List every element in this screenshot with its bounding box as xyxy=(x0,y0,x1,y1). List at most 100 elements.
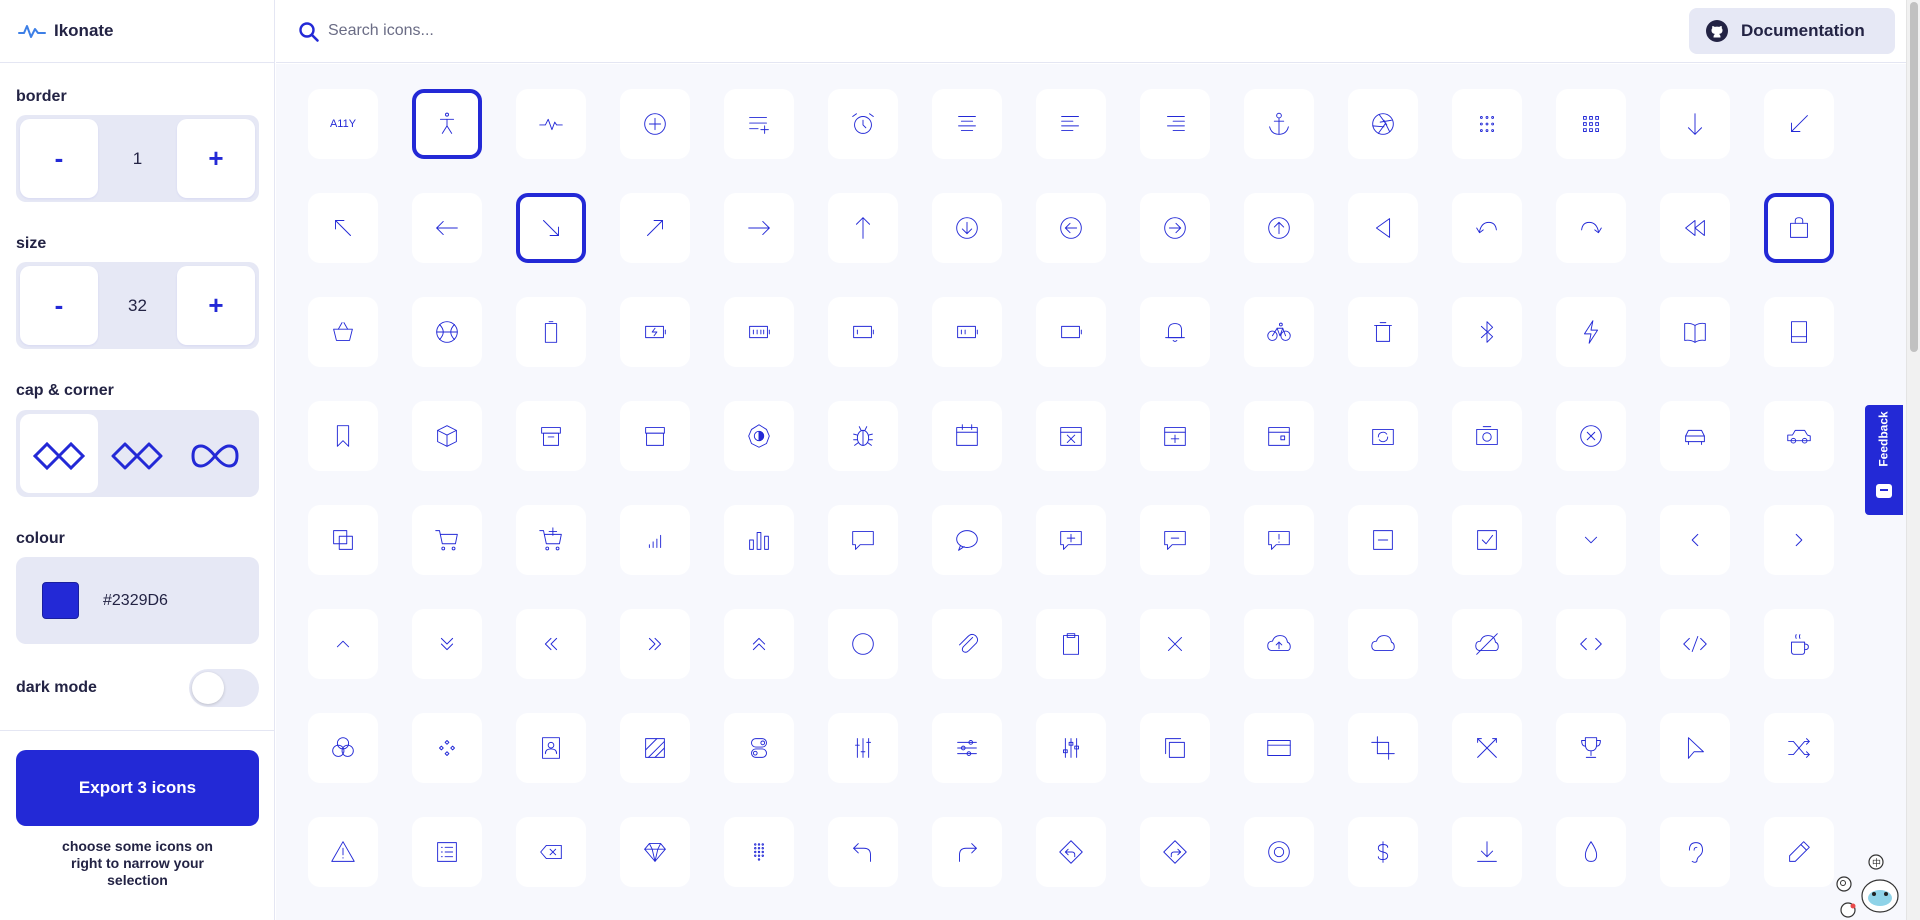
icon-tile-camera-rotate[interactable] xyxy=(1348,401,1418,471)
export-button[interactable]: Export 3 icons xyxy=(16,750,259,826)
documentation-button[interactable]: Documentation xyxy=(1689,8,1895,54)
icon-tile-checkbox[interactable] xyxy=(1452,505,1522,575)
icon-tile-activity[interactable] xyxy=(516,89,586,159)
icon-tile-bell[interactable] xyxy=(1140,297,1210,367)
icon-tile-cloud[interactable] xyxy=(1348,609,1418,679)
icon-tile-layers[interactable] xyxy=(308,505,378,575)
icon-tile-diamond[interactable] xyxy=(620,817,690,887)
icon-tile-bin[interactable] xyxy=(1348,297,1418,367)
search-input[interactable] xyxy=(328,16,1028,46)
icon-tile-bag[interactable] xyxy=(1764,193,1834,263)
icon-tile-credit-card[interactable] xyxy=(1244,713,1314,783)
icon-tile-ear[interactable] xyxy=(1660,817,1730,887)
icon-tile-arrow-down-right[interactable] xyxy=(516,193,586,263)
icon-tile-forward[interactable] xyxy=(1556,193,1626,263)
icon-tile-chat-add[interactable] xyxy=(1036,505,1106,575)
icon-tile-edit[interactable] xyxy=(1764,817,1834,887)
icon-tile-add-to-list[interactable] xyxy=(724,89,794,159)
icon-tile-arrow-down-left[interactable] xyxy=(1764,89,1834,159)
icon-tile-arrow-down[interactable] xyxy=(1660,89,1730,159)
colour-picker[interactable]: #2329D6 xyxy=(16,557,259,644)
icon-tile-clip[interactable] xyxy=(932,609,1002,679)
size-increase-button[interactable]: + xyxy=(176,266,255,345)
icon-tile-bicycle[interactable] xyxy=(1244,297,1314,367)
cap-square-option[interactable] xyxy=(20,414,98,493)
icon-tile-align-right[interactable] xyxy=(1140,89,1210,159)
icon-tile-a11y[interactable]: A11Y xyxy=(308,89,378,159)
icon-tile-arrow-down-circle[interactable] xyxy=(932,193,1002,263)
icon-tile-back[interactable] xyxy=(1348,193,1418,263)
icon-tile-code[interactable] xyxy=(1556,609,1626,679)
icon-tile-danger[interactable] xyxy=(308,817,378,887)
icon-tile-cart-add[interactable] xyxy=(516,505,586,575)
icon-tile-cloud-upload[interactable] xyxy=(1244,609,1314,679)
icon-tile-circle[interactable] xyxy=(828,609,898,679)
icon-tile-apps[interactable] xyxy=(1452,89,1522,159)
feedback-tab[interactable]: Feedback xyxy=(1865,405,1903,515)
icon-tile-arrow-right-circle[interactable] xyxy=(1140,193,1210,263)
icon-tile-chevron-down[interactable] xyxy=(1556,505,1626,575)
icon-tile-dollar[interactable] xyxy=(1348,817,1418,887)
icon-tile-copy[interactable] xyxy=(1140,713,1210,783)
icon-tile-chevrons-left[interactable] xyxy=(516,609,586,679)
brand[interactable]: Ikonate xyxy=(0,0,274,63)
icon-tile-clipboard[interactable] xyxy=(1036,609,1106,679)
icon-tile-download[interactable] xyxy=(1452,817,1522,887)
icon-tile-crossed-tools[interactable] xyxy=(1452,713,1522,783)
icon-tile-bookmark[interactable] xyxy=(308,401,378,471)
icon-tile-sliders-vertical[interactable] xyxy=(828,713,898,783)
icon-tile-contact[interactable] xyxy=(516,713,586,783)
icon-tile-calendar[interactable] xyxy=(932,401,1002,471)
icon-tile-directions-right[interactable] xyxy=(1140,817,1210,887)
icon-tile-chevrons-up[interactable] xyxy=(724,609,794,679)
icon-tile-code-alt[interactable] xyxy=(1660,609,1730,679)
icon-tile-accessibility[interactable] xyxy=(412,89,482,159)
icon-tile-bolt[interactable] xyxy=(1556,297,1626,367)
icon-tile-book[interactable] xyxy=(1764,297,1834,367)
icon-tile-dots-grid[interactable] xyxy=(724,817,794,887)
icon-tile-rewind[interactable] xyxy=(1660,193,1730,263)
icon-tile-arrow-left[interactable] xyxy=(412,193,482,263)
icon-tile-close[interactable] xyxy=(1140,609,1210,679)
icon-tile-aperture[interactable] xyxy=(1348,89,1418,159)
size-decrease-button[interactable]: - xyxy=(20,266,98,345)
icon-tile-shuffle[interactable] xyxy=(1764,713,1834,783)
icon-tile-calendar-event[interactable] xyxy=(1244,401,1314,471)
icon-tile-arrow-left-circle[interactable] xyxy=(1036,193,1106,263)
icon-tile-brightness[interactable] xyxy=(724,401,794,471)
icon-tile-align-left[interactable] xyxy=(1036,89,1106,159)
colour-swatch[interactable] xyxy=(42,582,79,619)
icon-tile-sliders-horizontal[interactable] xyxy=(932,713,1002,783)
scrollbar-thumb[interactable] xyxy=(1910,2,1918,352)
icon-tile-redo[interactable] xyxy=(932,817,1002,887)
icon-tile-battery-medium[interactable] xyxy=(932,297,1002,367)
icon-tile-basketball[interactable] xyxy=(412,297,482,367)
icon-tile-toggle[interactable] xyxy=(724,713,794,783)
icon-tile-component[interactable] xyxy=(412,713,482,783)
icon-tile-chart[interactable] xyxy=(724,505,794,575)
icon-tile-chevron-left[interactable] xyxy=(1660,505,1730,575)
icon-tile-arrow-up[interactable] xyxy=(828,193,898,263)
icon-tile-bluetooth[interactable] xyxy=(1452,297,1522,367)
icon-tile-back-alt[interactable] xyxy=(1452,193,1522,263)
icon-tile-cancel[interactable] xyxy=(1556,401,1626,471)
cap-round-option[interactable] xyxy=(176,414,254,493)
icon-tile-chevrons-down[interactable] xyxy=(412,609,482,679)
icon-tile-drop[interactable] xyxy=(1556,817,1626,887)
cap-round-miter-option[interactable] xyxy=(98,414,176,493)
icon-tile-battery-full[interactable] xyxy=(724,297,794,367)
icon-tile-box[interactable] xyxy=(412,401,482,471)
border-increase-button[interactable]: + xyxy=(177,119,255,198)
icon-tile-basket[interactable] xyxy=(308,297,378,367)
icon-tile-battery-empty[interactable] xyxy=(516,297,586,367)
icon-tile-chevron-up[interactable] xyxy=(308,609,378,679)
icon-tile-chat-bubble[interactable] xyxy=(932,505,1002,575)
icon-tile-colour-circles[interactable] xyxy=(308,713,378,783)
icon-tile-bug[interactable] xyxy=(828,401,898,471)
icon-tile-arrow-up-circle[interactable] xyxy=(1244,193,1314,263)
icon-tile-coffee[interactable] xyxy=(1764,609,1834,679)
icon-tile-equalizer[interactable] xyxy=(1036,713,1106,783)
icon-tile-cart[interactable] xyxy=(412,505,482,575)
icon-tile-alarm[interactable] xyxy=(828,89,898,159)
icon-tile-crop-pattern[interactable] xyxy=(620,713,690,783)
